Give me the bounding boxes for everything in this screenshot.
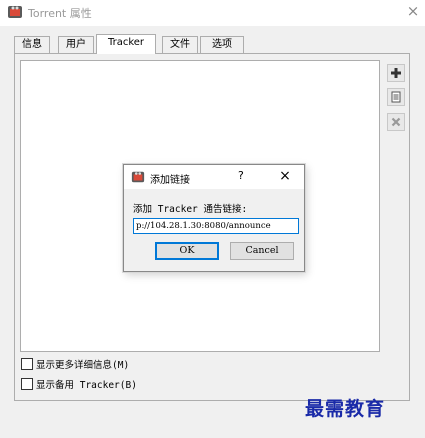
tab-peers[interactable]: 用户 <box>58 36 94 53</box>
dialog-title: 添加链接 <box>150 175 190 186</box>
edit-trackers-button[interactable] <box>387 88 405 106</box>
show-backup-tracker-checkbox[interactable] <box>21 378 33 390</box>
watermark-text: 最需教育 <box>305 398 386 420</box>
tab-options[interactable]: 选项 <box>200 36 244 53</box>
dialog-help-button[interactable]: ? <box>238 169 244 182</box>
dialog-titlebar[interactable]: 添加链接 ? × <box>124 165 304 189</box>
show-backup-tracker-label: 显示备用 Tracker(B) <box>36 380 137 391</box>
add-tracker-button[interactable] <box>387 64 405 82</box>
remove-tracker-button[interactable] <box>387 113 405 131</box>
utorrent-app-icon <box>8 6 22 18</box>
add-link-dialog: 添加链接 ? × 添加 Tracker 通告链接: p://104.28.1.3… <box>123 164 305 272</box>
tracker-url-value: p://104.28.1.30:8080/announce <box>136 221 271 231</box>
tab-tracker[interactable]: Tracker <box>96 34 156 54</box>
utorrent-app-icon <box>131 171 145 183</box>
tab-files[interactable]: 文件 <box>162 36 198 53</box>
ok-button[interactable]: OK <box>155 242 219 260</box>
show-details-checkbox[interactable] <box>21 358 33 370</box>
tab-info[interactable]: 信息 <box>14 36 50 53</box>
edit-list-icon <box>391 91 401 103</box>
show-details-label: 显示更多详细信息(M) <box>36 360 130 371</box>
window-title: Torrent 属性 <box>28 7 92 20</box>
tracker-url-input[interactable]: p://104.28.1.30:8080/announce <box>133 218 299 234</box>
window-titlebar[interactable]: Torrent 属性 × <box>0 0 425 26</box>
window-close-button[interactable]: × <box>404 2 422 20</box>
remove-icon <box>391 117 401 127</box>
dialog-close-button[interactable]: × <box>276 167 294 185</box>
cancel-button[interactable]: Cancel <box>230 242 294 260</box>
tracker-url-prompt: 添加 Tracker 通告链接: <box>133 204 248 215</box>
add-icon <box>391 68 401 78</box>
